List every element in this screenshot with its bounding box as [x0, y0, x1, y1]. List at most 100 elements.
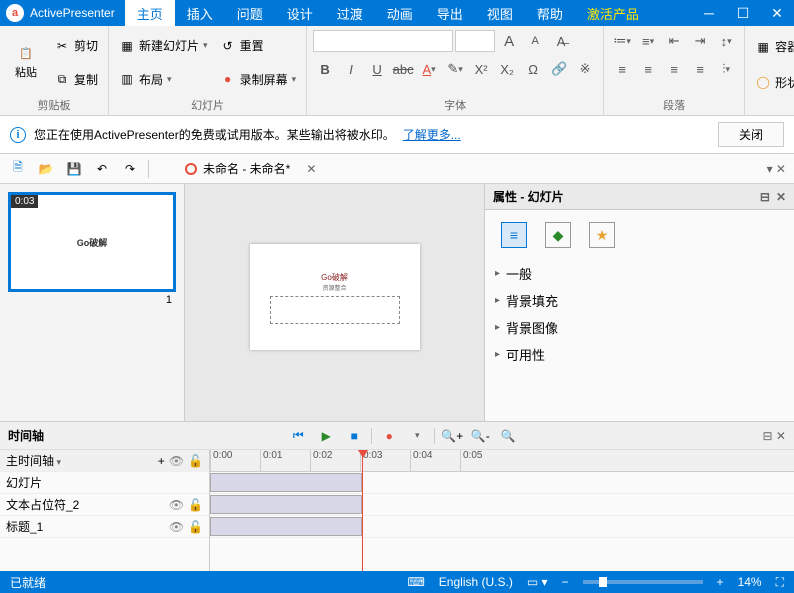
- props-tab-star[interactable]: ★: [589, 222, 615, 248]
- tl-track-text[interactable]: 文本占位符_2👁🔓: [0, 494, 209, 516]
- line-spacing-button[interactable]: ↕: [714, 30, 738, 52]
- maximize-button[interactable]: ☐: [726, 5, 760, 22]
- tab-animation[interactable]: 动画: [375, 0, 425, 26]
- tl-lane-title[interactable]: [210, 516, 794, 538]
- view-mode-button[interactable]: ▭ ▾: [527, 575, 548, 589]
- tab-insert[interactable]: 插入: [175, 0, 225, 26]
- save-button[interactable]: 💾: [64, 159, 84, 179]
- record-screen-button[interactable]: ●录制屏幕: [216, 69, 301, 90]
- clear-format-button[interactable]: A̶: [549, 30, 573, 52]
- container-button[interactable]: ▦容器: [751, 36, 794, 57]
- tl-eye-icon[interactable]: 👁: [169, 454, 184, 468]
- open-file-button[interactable]: 📂: [36, 159, 56, 179]
- superscript-button[interactable]: X²: [469, 58, 493, 80]
- tl-zoomfit-button[interactable]: 🔍: [497, 425, 519, 447]
- keyboard-icon[interactable]: ⌨: [407, 575, 424, 589]
- shape-button[interactable]: ◯形状: [751, 72, 794, 93]
- italic-button[interactable]: I: [339, 58, 363, 80]
- font-shrink-button[interactable]: A: [523, 30, 547, 52]
- undo-button[interactable]: ↶: [92, 159, 112, 179]
- eye-icon[interactable]: 👁: [169, 520, 184, 534]
- notice-close-button[interactable]: 关闭: [718, 122, 784, 147]
- timeline-playhead[interactable]: [362, 450, 363, 571]
- vertical-align-button[interactable]: ⫶: [714, 58, 738, 80]
- new-file-button[interactable]: 🗎: [8, 159, 28, 179]
- cut-button[interactable]: ✂剪切: [50, 35, 102, 56]
- font-grow-button[interactable]: A: [497, 30, 521, 52]
- props-tab-general[interactable]: ≡: [501, 222, 527, 248]
- slide-thumbnail[interactable]: 0:03 Go破解: [8, 192, 176, 292]
- prop-section-bgfill[interactable]: 背景填充: [485, 287, 794, 314]
- minimize-button[interactable]: ─: [692, 5, 726, 22]
- tl-main-track-select[interactable]: 主时间轴: [6, 452, 154, 469]
- subscript-button[interactable]: X₂: [495, 58, 519, 80]
- tl-track-slide[interactable]: 幻灯片: [0, 472, 209, 494]
- prop-section-bgimage[interactable]: 背景图像: [485, 314, 794, 341]
- link-button[interactable]: 🔗: [547, 58, 571, 80]
- zoom-value[interactable]: 14%: [738, 575, 762, 589]
- props-pin-icon[interactable]: ⊟: [760, 190, 770, 204]
- reset-button[interactable]: ↺重置: [216, 35, 301, 56]
- fullscreen-button[interactable]: ⛶: [776, 575, 784, 590]
- panel-dropdown-icon[interactable]: ▾ ✕: [767, 162, 786, 176]
- tl-play-button[interactable]: ▶: [315, 425, 337, 447]
- slide-editor[interactable]: Go破解 资源整合: [250, 244, 420, 350]
- props-close-icon[interactable]: ✕: [776, 190, 786, 204]
- tl-clip[interactable]: [210, 495, 362, 514]
- lock-icon[interactable]: 🔓: [188, 520, 203, 534]
- doc-close-icon[interactable]: ✕: [306, 162, 316, 176]
- align-right-button[interactable]: ≡: [662, 58, 686, 80]
- tab-activate[interactable]: 激活产品: [575, 0, 651, 26]
- align-justify-button[interactable]: ≡: [688, 58, 712, 80]
- tl-track-title[interactable]: 标题_1👁🔓: [0, 516, 209, 538]
- tab-question[interactable]: 问题: [225, 0, 275, 26]
- outdent-button[interactable]: ⇤: [662, 30, 686, 52]
- highlight-button[interactable]: ✎: [443, 58, 467, 80]
- eye-icon[interactable]: 👁: [169, 498, 184, 512]
- timeline-ruler[interactable]: 0:00 0:01 0:02 0:03 0:04 0:05: [210, 450, 794, 472]
- tl-zoomout-button[interactable]: 🔍-: [469, 425, 491, 447]
- tab-view[interactable]: 视图: [475, 0, 525, 26]
- reference-button[interactable]: ※: [573, 58, 597, 80]
- tab-home[interactable]: 主页: [125, 0, 175, 26]
- zoom-out-button[interactable]: −: [562, 575, 569, 589]
- timeline-tracks-area[interactable]: 0:00 0:01 0:02 0:03 0:04 0:05: [210, 450, 794, 571]
- align-center-button[interactable]: ≡: [636, 58, 660, 80]
- zoom-in-button[interactable]: +: [717, 575, 724, 589]
- font-name-input[interactable]: [313, 30, 453, 52]
- notice-link[interactable]: 了解更多...: [403, 126, 461, 143]
- slide-title-text[interactable]: Go破解: [321, 272, 348, 283]
- lock-icon[interactable]: 🔓: [188, 498, 203, 512]
- tl-record-dd[interactable]: [406, 425, 428, 447]
- canvas[interactable]: Go破解 资源整合: [185, 184, 484, 421]
- font-color-button[interactable]: A: [417, 58, 441, 80]
- indent-button[interactable]: ⇥: [688, 30, 712, 52]
- status-language[interactable]: English (U.S.): [439, 575, 513, 589]
- underline-button[interactable]: U: [365, 58, 389, 80]
- redo-button[interactable]: ↷: [120, 159, 140, 179]
- bullets-button[interactable]: ≔: [610, 30, 634, 52]
- paste-button[interactable]: 📋 粘贴: [6, 30, 46, 95]
- tl-add-icon[interactable]: +: [158, 454, 165, 468]
- tl-zoomin-button[interactable]: 🔍+: [441, 425, 463, 447]
- tl-lane-slide[interactable]: [210, 472, 794, 494]
- new-slide-button[interactable]: ▦新建幻灯片: [115, 35, 212, 56]
- close-button[interactable]: ✕: [760, 5, 794, 22]
- tl-clip[interactable]: [210, 517, 362, 536]
- tl-clip[interactable]: [210, 473, 362, 492]
- tl-stop-button[interactable]: ■: [343, 425, 365, 447]
- timeline-close-icon[interactable]: ⊟ ✕: [763, 429, 786, 443]
- copy-button[interactable]: ⧉复制: [50, 69, 102, 90]
- tl-lane-text[interactable]: [210, 494, 794, 516]
- numbering-button[interactable]: ≡: [636, 30, 660, 52]
- strike-button[interactable]: abc: [391, 58, 415, 80]
- tl-lock-icon[interactable]: 🔓: [188, 454, 203, 468]
- bold-button[interactable]: B: [313, 58, 337, 80]
- prop-section-general[interactable]: 一般: [485, 260, 794, 287]
- document-tab[interactable]: 未命名 - 未命名* ✕: [177, 160, 324, 177]
- text-placeholder[interactable]: [270, 296, 400, 324]
- props-tab-style[interactable]: ◆: [545, 222, 571, 248]
- tl-prev-button[interactable]: ⏮: [287, 425, 309, 447]
- tl-main-track-row[interactable]: 主时间轴 + 👁 🔓: [0, 450, 209, 472]
- tab-transition[interactable]: 过渡: [325, 0, 375, 26]
